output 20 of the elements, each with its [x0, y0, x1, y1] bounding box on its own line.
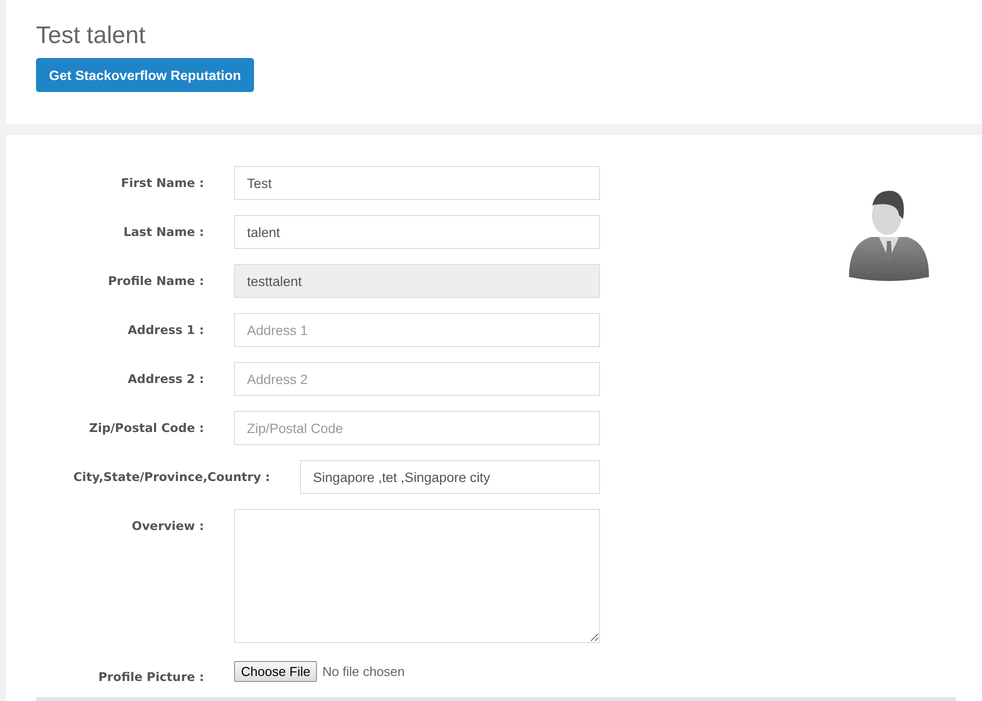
page-title: Test talent	[36, 22, 146, 50]
field-label: Zip/Postal Code :	[89, 421, 204, 435]
input-field[interactable]: Address 1	[234, 313, 600, 347]
reputation-button[interactable]: Get Stackoverflow Reputation	[36, 58, 254, 92]
field-label: First Name :	[120, 176, 204, 190]
field-label: Address 2 :	[128, 372, 204, 386]
field-label: Profile Name :	[108, 274, 204, 288]
input-field[interactable]: Test	[234, 166, 600, 200]
field-label: Last Name :	[123, 225, 204, 239]
field-label: City,State/Province,Country :	[73, 470, 270, 484]
field-label: Overview :	[132, 518, 204, 533]
overview-field[interactable]	[234, 509, 600, 643]
input-field[interactable]: talent	[234, 215, 600, 249]
choose-file-button[interactable]: Choose File	[234, 660, 318, 682]
input-field[interactable]: Address 2	[234, 362, 600, 396]
file-status: No file chosen	[322, 664, 405, 678]
field-label: Address 1 :	[128, 323, 204, 337]
field-label: Profile Picture :	[98, 669, 204, 684]
input-field[interactable]: Singapore ,tet ,Singapore city	[300, 460, 600, 494]
input-field[interactable]: Zip/Postal Code	[234, 411, 600, 445]
